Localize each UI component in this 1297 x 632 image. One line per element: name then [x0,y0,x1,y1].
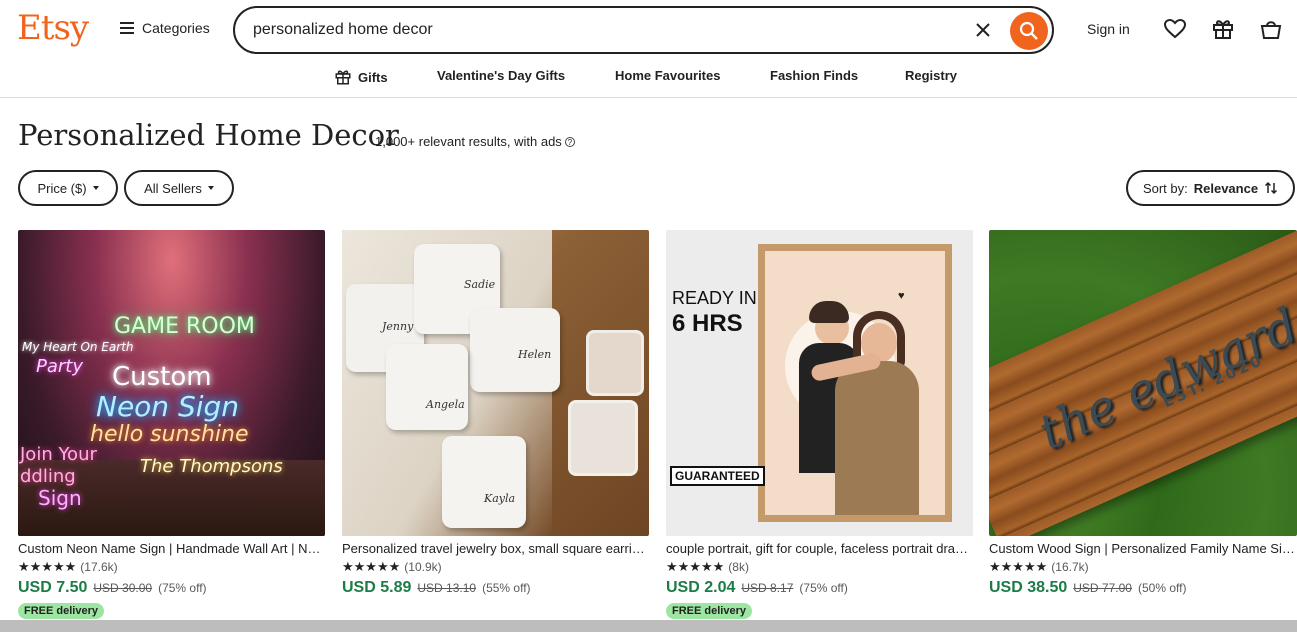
discount: (55% off) [482,581,531,595]
review-count: (16.7k) [1051,560,1089,574]
categories-button[interactable]: Categories [120,20,210,36]
neon-text: My Heart On Earth [22,340,134,354]
listing-title[interactable]: Custom Wood Sign | Personalized Family N… [989,541,1296,557]
listing-rating: ★★★★★ (10.9k) [342,559,649,575]
listing-card[interactable]: READY IN 6 HRS GUARANTEED ♥ couple portr… [666,230,973,619]
box-name: Angela [426,398,465,411]
close-icon[interactable] [972,19,994,41]
original-price: USD 13.10 [417,581,477,595]
review-count: (17.6k) [80,560,118,574]
sale-price: USD 7.50 [18,579,88,596]
listing-image-couple-portrait[interactable]: READY IN 6 HRS GUARANTEED ♥ [666,230,973,536]
menu-icon [120,22,134,34]
sellers-filter-label: All Sellers [144,180,202,196]
listing-rating: ★★★★★ (8k) [666,559,973,575]
heart-icon[interactable] [1163,17,1187,41]
listing-title[interactable]: Personalized travel jewelry box, small s… [342,541,649,557]
sale-price: USD 38.50 [989,579,1068,596]
category-nav: Gifts Valentine's Day Gifts Home Favouri… [0,60,1297,98]
sort-button[interactable]: Sort by: Relevance [1126,170,1295,206]
listing-rating: ★★★★★ (16.7k) [989,559,1297,575]
listing-card[interactable]: GAME ROOM My Heart On Earth Party Custom… [18,230,325,619]
price-filter-button[interactable]: Price ($) [18,170,118,206]
listing-image-jewelry-box[interactable]: Jenny Sadie Helen Angela Kayla [342,230,649,536]
page-title: Personalized Home Decor [18,118,399,152]
listing-card[interactable]: Jenny Sadie Helen Angela Kayla Personali… [342,230,649,599]
neon-text: Sign [38,486,82,510]
ready-line-2: 6 HRS [672,310,743,337]
nav-item-registry[interactable]: Registry [905,68,957,83]
neon-text: Neon Sign [96,390,240,423]
review-count: (10.9k) [404,560,442,574]
listing-image-wood-sign[interactable]: the edwards EST. 2020 [989,230,1297,536]
sort-value: Relevance [1193,180,1259,196]
header: Etsy Categories Sign in [0,0,1297,60]
neon-text: The Thompsons [140,456,283,477]
caret-down-icon [207,186,214,190]
neon-text: GAME ROOM [114,314,255,339]
listing-title[interactable]: Custom Neon Name Sign | Handmade Wall Ar… [18,541,325,557]
box-name: Sadie [464,278,496,291]
caret-down-icon [92,186,99,190]
free-delivery-badge: FREE delivery [666,603,752,619]
box-name: Kayla [484,492,516,505]
sale-price: USD 2.04 [666,579,736,596]
sign-in-link[interactable]: Sign in [1087,21,1130,37]
star-rating-icon: ★★★★★ [342,559,401,574]
neon-text: hello sunshine [90,422,249,447]
price-row: USD 38.50 USD 77.00 (50% off) [989,579,1297,599]
neon-text: Join Your [20,444,97,465]
star-rating-icon: ★★★★★ [989,559,1048,574]
review-count: (8k) [728,560,749,574]
listing-title[interactable]: couple portrait, gift for couple, facele… [666,541,973,557]
box-name: Jenny [382,320,414,333]
sort-icon [1265,181,1278,195]
listing-image-neon[interactable]: GAME ROOM My Heart On Earth Party Custom… [18,230,325,536]
discount: (75% off) [158,581,207,595]
help-icon[interactable]: ? [564,136,575,147]
neon-text: ddling [20,466,76,487]
sort-prefix: Sort by: [1142,180,1188,196]
price-row: USD 2.04 USD 8.17 (75% off) [666,579,973,599]
nav-item-fashion-finds[interactable]: Fashion Finds [770,68,858,83]
gift-icon[interactable] [1211,17,1235,41]
etsy-logo[interactable]: Etsy [17,8,89,48]
original-price: USD 8.17 [741,581,794,595]
neon-text: Party [36,356,83,377]
result-count-text: 1,000+ relevant results, with ads [375,134,562,149]
search-button[interactable] [1010,12,1048,50]
discount: (50% off) [1137,581,1187,595]
listing-card[interactable]: the edwards EST. 2020 Custom Wood Sign |… [989,230,1297,599]
sellers-filter-button[interactable]: All Sellers [124,170,234,206]
heart-icon: ♥ [898,290,905,302]
search-bar [233,6,1054,54]
star-rating-icon: ★★★★★ [18,559,77,574]
price-row: USD 7.50 USD 30.00 (75% off) [18,579,325,599]
nav-item-home-favourites[interactable]: Home Favourites [615,68,720,83]
listing-rating: ★★★★★ (17.6k) [18,559,325,575]
sale-price: USD 5.89 [342,579,412,596]
price-row: USD 5.89 USD 13.10 (55% off) [342,579,649,599]
horizontal-scrollbar[interactable] [0,620,1297,632]
search-input[interactable] [253,18,953,42]
price-filter-label: Price ($) [37,180,87,196]
neon-text: Custom [112,362,212,392]
discount: (75% off) [799,581,848,595]
original-price: USD 30.00 [93,581,153,595]
free-delivery-badge: FREE delivery [18,603,104,619]
ready-line-1: READY IN [672,288,757,308]
original-price: USD 77.00 [1073,581,1132,595]
search-icon [1019,21,1038,40]
box-name: Helen [518,348,552,361]
nav-label: Gifts [358,69,388,85]
nav-item-gifts[interactable]: Gifts [334,68,388,86]
result-count: 1,000+ relevant results, with ads ? [375,134,575,149]
guaranteed-stamp: GUARANTEED [670,466,765,486]
cart-icon[interactable] [1259,17,1283,41]
nav-item-valentines[interactable]: Valentine's Day Gifts [437,68,565,83]
star-rating-icon: ★★★★★ [666,559,725,574]
categories-label: Categories [142,20,210,36]
gift-icon [335,70,351,85]
